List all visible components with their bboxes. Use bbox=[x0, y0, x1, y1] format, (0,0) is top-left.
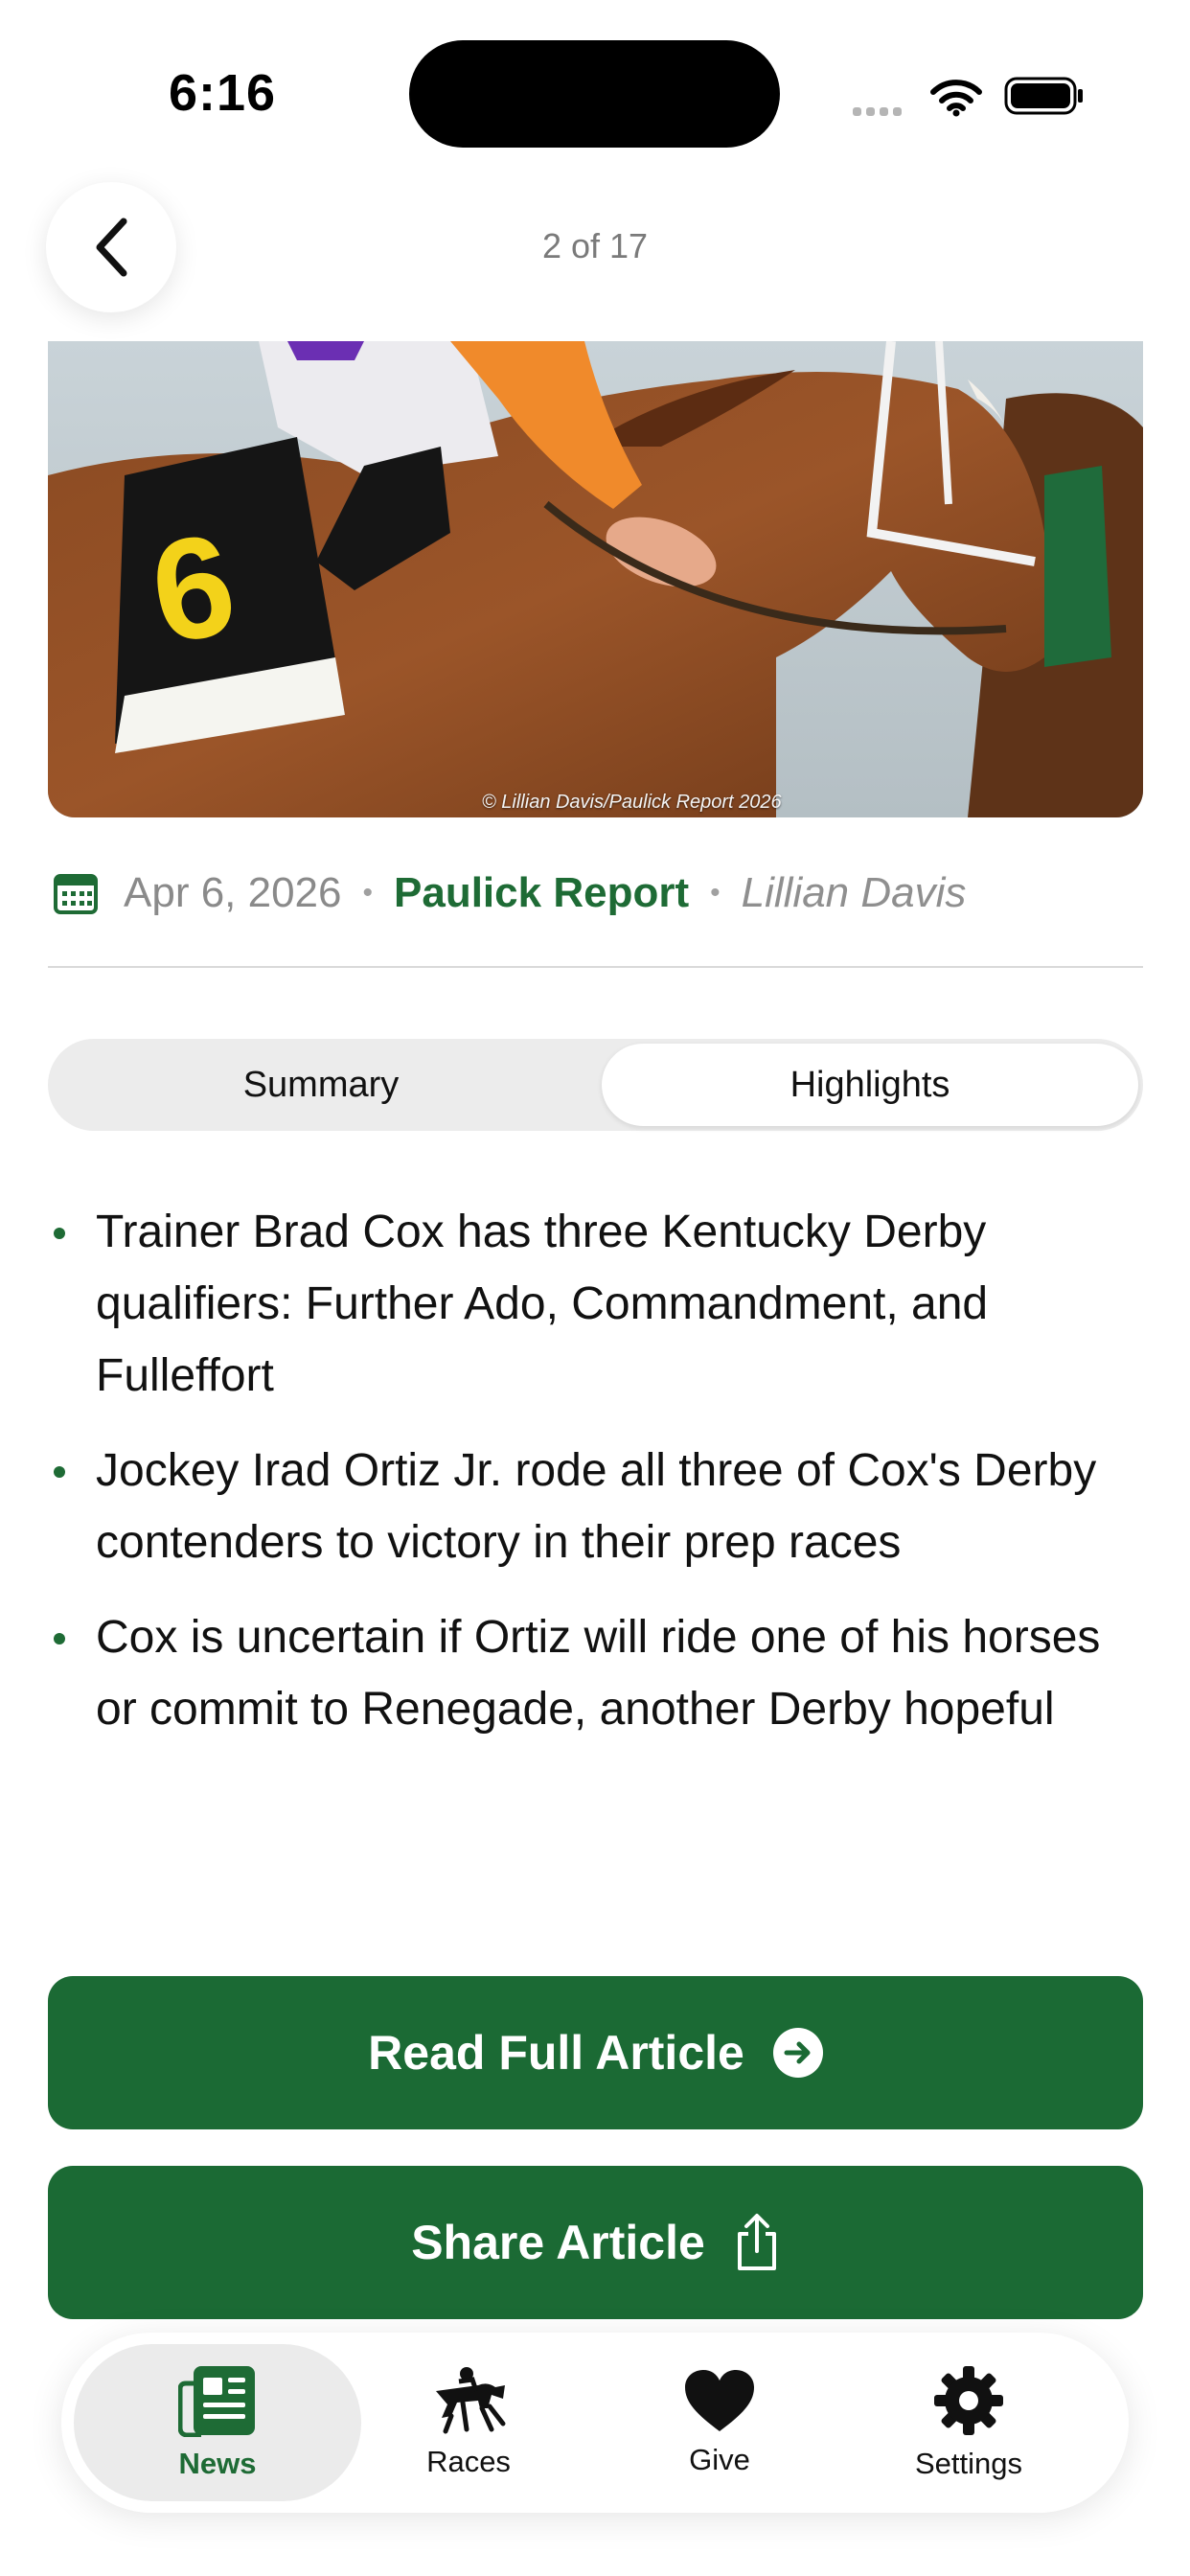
arrow-right-circle-icon bbox=[772, 2028, 823, 2078]
page-counter: 2 of 17 bbox=[541, 226, 649, 265]
meta-separator: • bbox=[362, 877, 374, 908]
horse-racing-photo: 6 bbox=[48, 341, 1143, 817]
tab-bar: News Races Give Settings bbox=[61, 2333, 1129, 2513]
article-meta: Apr 6, 2026 • Paulick Report • Lillian D… bbox=[53, 866, 966, 920]
photo-credit: © Lillian Davis/Paulick Report 2026 bbox=[482, 792, 782, 813]
tab-label: Races bbox=[426, 2445, 511, 2478]
tab-races[interactable]: Races bbox=[325, 2344, 612, 2501]
dynamic-island bbox=[409, 40, 780, 148]
article-author: Lillian Davis bbox=[741, 869, 967, 916]
status-time: 6:16 bbox=[169, 64, 277, 122]
read-button-label: Read Full Article bbox=[368, 2026, 744, 2080]
share-article-button[interactable]: Share Article bbox=[48, 2166, 1143, 2319]
list-item: Jockey Irad Ortiz Jr. rode all three of … bbox=[48, 1435, 1150, 1578]
share-button-label: Share Article bbox=[411, 2216, 705, 2269]
tab-summary[interactable]: Summary bbox=[53, 1044, 589, 1126]
heart-icon bbox=[685, 2370, 754, 2431]
signal-icon bbox=[853, 104, 906, 121]
article-hero-image: 6 © Lillian Davis/Paulick Report 2026 bbox=[48, 341, 1143, 817]
summary-highlights-toggle: Summary Highlights bbox=[48, 1039, 1143, 1131]
tab-news[interactable]: News bbox=[74, 2344, 361, 2501]
highlights-list: Trainer Brad Cox has three Kentucky Derb… bbox=[48, 1196, 1150, 1768]
battery-icon bbox=[1004, 77, 1083, 115]
list-item: Cox is uncertain if Ortiz will ride one … bbox=[48, 1601, 1150, 1745]
divider bbox=[48, 966, 1143, 968]
tab-settings[interactable]: Settings bbox=[825, 2344, 1112, 2501]
tab-label: Settings bbox=[914, 2447, 1022, 2480]
newspaper-icon bbox=[178, 2366, 255, 2437]
calendar-icon bbox=[54, 874, 98, 914]
article-date: Apr 6, 2026 bbox=[124, 869, 342, 916]
article-source: Paulick Report bbox=[394, 869, 690, 916]
read-full-article-button[interactable]: Read Full Article bbox=[48, 1976, 1143, 2129]
tab-label: Give bbox=[689, 2443, 750, 2476]
meta-separator: • bbox=[710, 877, 721, 908]
tab-highlights[interactable]: Highlights bbox=[602, 1044, 1138, 1126]
share-icon bbox=[737, 2214, 776, 2270]
horse-racing-icon bbox=[436, 2367, 506, 2434]
tab-label: News bbox=[178, 2447, 257, 2480]
gear-icon bbox=[934, 2366, 1003, 2435]
wifi-icon bbox=[930, 80, 982, 117]
tab-give[interactable]: Give bbox=[576, 2344, 863, 2501]
list-item: Trainer Brad Cox has three Kentucky Derb… bbox=[48, 1196, 1150, 1412]
